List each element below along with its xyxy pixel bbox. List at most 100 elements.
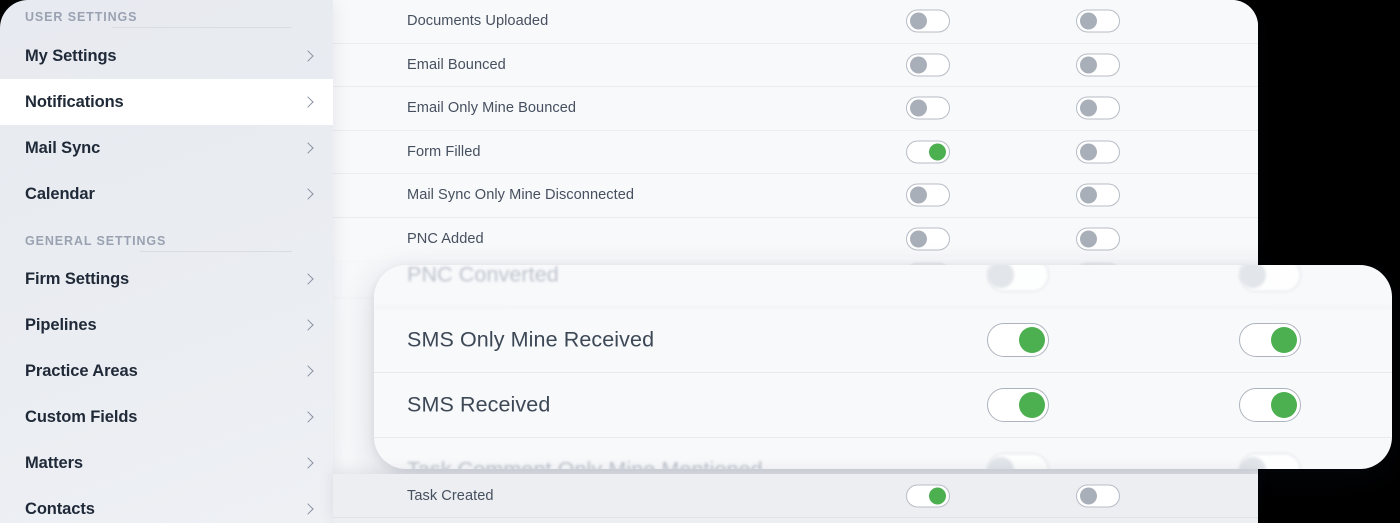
- notification-toggle-app[interactable]: [987, 453, 1049, 469]
- sidebar-item-label: Calendar: [25, 184, 95, 203]
- row-label: Mail Sync Only Mine Disconnected: [407, 187, 635, 204]
- notification-toggle-email[interactable]: [1239, 453, 1301, 469]
- toggle-cell-app: [987, 265, 1049, 292]
- notification-toggle-app[interactable]: [906, 227, 950, 251]
- notification-toggle-email[interactable]: [1076, 96, 1120, 120]
- toggle-cell-email: [1239, 453, 1301, 469]
- toggle-knob: [1240, 457, 1266, 469]
- notification-toggle-email[interactable]: [1076, 9, 1120, 33]
- chevron-right-icon[interactable]: [303, 409, 313, 425]
- sidebar-item-matters[interactable]: Matters: [0, 440, 333, 486]
- sidebar-item-label: Matters: [25, 453, 83, 472]
- toggle-knob: [1080, 186, 1097, 204]
- sidebar-item-label: Notifications: [25, 92, 124, 111]
- notification-toggle-app[interactable]: [906, 9, 950, 33]
- toggle-cell-email: [1076, 484, 1120, 507]
- chevron-right-icon[interactable]: [303, 271, 313, 287]
- toggle-cell-email: [1239, 323, 1301, 357]
- toggle-cell-app: [987, 453, 1049, 469]
- table-row: Task Created: [333, 474, 1258, 518]
- sidebar-item-my-settings[interactable]: My Settings: [0, 33, 333, 79]
- notification-toggle-email[interactable]: [1076, 53, 1120, 77]
- toggle-knob: [910, 230, 927, 248]
- toggle-knob: [910, 99, 927, 117]
- toggle-cell-app: [906, 9, 950, 33]
- notification-toggle-app[interactable]: [906, 140, 950, 164]
- toggle-knob: [1018, 327, 1045, 354]
- table-row: Mail Sync Only Mine Disconnected: [333, 174, 1258, 218]
- row-label: Form Filled: [407, 143, 481, 160]
- notification-toggle-app[interactable]: [906, 96, 950, 120]
- sidebar-item-label: Practice Areas: [25, 361, 138, 380]
- toggle-knob: [1080, 230, 1097, 248]
- toggle-cell-app: [906, 53, 950, 77]
- toggle-knob: [910, 56, 927, 74]
- toggle-cell-app: [906, 484, 950, 507]
- toggle-knob: [910, 12, 927, 30]
- notification-toggle-app[interactable]: [987, 323, 1049, 357]
- sidebar-item-label: My Settings: [25, 46, 117, 65]
- foreground-row-strip: Task Created: [333, 474, 1258, 523]
- toggle-cell-email: [1239, 265, 1301, 292]
- notification-toggle-email[interactable]: [1076, 227, 1120, 251]
- row-label: Email Only Mine Bounced: [407, 100, 577, 117]
- row-label: Documents Uploaded: [407, 13, 549, 30]
- chevron-right-icon[interactable]: [303, 186, 313, 202]
- sidebar-item-practice-areas[interactable]: Practice Areas: [0, 348, 333, 394]
- chevron-right-icon[interactable]: [303, 363, 313, 379]
- toggle-knob: [929, 487, 946, 505]
- sidebar-section-divider: [112, 27, 292, 28]
- sidebar-scrollbar-track[interactable]: [326, 0, 333, 523]
- screenshot-stage: Documents Uploaded Email Bounced Email Onl…: [0, 0, 1400, 523]
- toggle-cell-email: [1076, 183, 1120, 207]
- notification-toggle-app[interactable]: [906, 484, 950, 507]
- sidebar-item-mail-sync[interactable]: Mail Sync: [0, 125, 333, 171]
- highlighted-settings-card: PNC Converted SMS Only Mine Received SMS R…: [374, 265, 1392, 469]
- notification-toggle-email[interactable]: [1076, 140, 1120, 164]
- notification-toggle-email[interactable]: [1076, 183, 1120, 207]
- overlay-row: PNC Converted: [374, 265, 1392, 308]
- sidebar-item-notifications[interactable]: Notifications: [0, 79, 333, 125]
- notification-toggle-app[interactable]: [906, 53, 950, 77]
- notification-toggle-email[interactable]: [1239, 265, 1301, 292]
- overlay-row-label: SMS Only Mine Received: [407, 327, 655, 352]
- chevron-right-icon[interactable]: [303, 48, 313, 64]
- sidebar-item-contacts[interactable]: Contacts: [0, 486, 333, 523]
- sidebar-section-user-settings: USER SETTINGS: [25, 10, 138, 24]
- sidebar-section-divider: [140, 251, 292, 252]
- sidebar-item-custom-fields[interactable]: Custom Fields: [0, 394, 333, 440]
- sidebar-item-firm-settings[interactable]: Firm Settings: [0, 256, 333, 302]
- settings-sidebar: USER SETTINGS GENERAL SETTINGS My Settings…: [0, 0, 333, 523]
- sidebar-item-label: Custom Fields: [25, 407, 138, 426]
- chevron-right-icon[interactable]: [303, 140, 313, 156]
- toggle-cell-app: [987, 323, 1049, 357]
- notification-toggle-app[interactable]: [906, 183, 950, 207]
- chevron-right-icon[interactable]: [303, 501, 313, 517]
- table-row: Documents Uploaded: [333, 0, 1258, 44]
- toggle-knob: [1080, 143, 1097, 161]
- toggle-cell-app: [906, 96, 950, 120]
- chevron-right-icon[interactable]: [303, 94, 313, 110]
- toggle-cell-email: [1239, 388, 1301, 422]
- toggle-knob: [1080, 487, 1097, 505]
- notification-toggle-app[interactable]: [987, 265, 1049, 292]
- notification-toggle-app[interactable]: [987, 388, 1049, 422]
- toggle-cell-app: [906, 140, 950, 164]
- toggle-knob: [929, 143, 946, 161]
- notification-toggle-email[interactable]: [1239, 323, 1301, 357]
- sidebar-item-pipelines[interactable]: Pipelines: [0, 302, 333, 348]
- toggle-cell-email: [1076, 96, 1120, 120]
- toggle-knob: [1080, 99, 1097, 117]
- sidebar-item-label: Contacts: [25, 499, 95, 518]
- sidebar-item-label: Pipelines: [25, 315, 97, 334]
- chevron-right-icon[interactable]: [303, 455, 313, 471]
- sidebar-item-calendar[interactable]: Calendar: [0, 171, 333, 217]
- row-label: Task Created: [407, 487, 494, 504]
- sidebar-item-label: Firm Settings: [25, 269, 130, 288]
- toggle-cell-app: [906, 227, 950, 251]
- chevron-right-icon[interactable]: [303, 317, 313, 333]
- notification-toggle-email[interactable]: [1239, 388, 1301, 422]
- toggle-knob: [988, 457, 1014, 469]
- notification-toggle-email[interactable]: [1076, 484, 1120, 507]
- toggle-knob: [1080, 56, 1097, 74]
